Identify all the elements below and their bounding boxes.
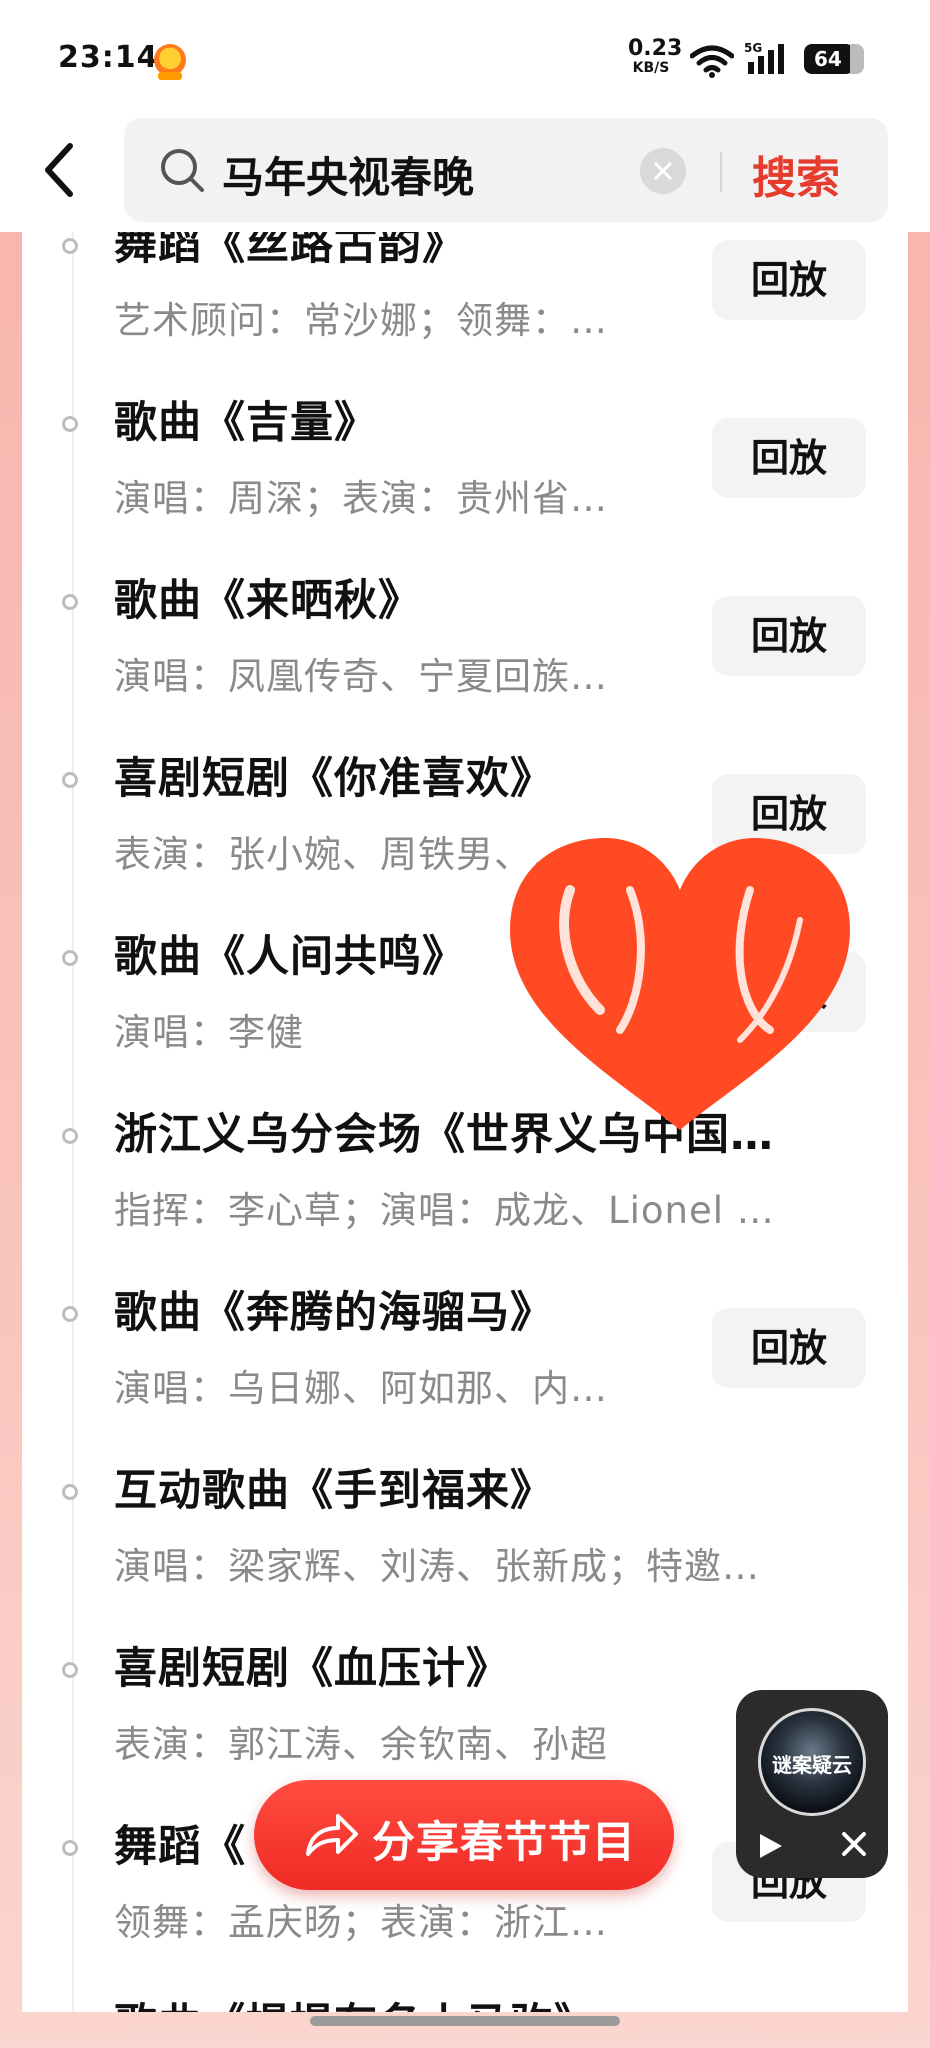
back-button[interactable]: [40, 140, 80, 200]
program-title: 喜剧短剧《血压计》: [114, 1644, 510, 1694]
program-title: 互动歌曲《手到福来》: [114, 1466, 554, 1516]
program-subtitle: 演唱：李健: [114, 1011, 304, 1054]
timeline-dot: [62, 1840, 78, 1856]
replay-button[interactable]: 回放: [712, 240, 866, 320]
search-input[interactable]: 马年央视春晚: [222, 144, 474, 205]
chevron-left-icon: [45, 143, 73, 197]
status-bar: 23:14 0.23 KB/S 5G 64: [0, 0, 930, 118]
status-time: 23:14: [58, 40, 159, 75]
program-subtitle: 演唱：乌日娜、阿如那、内…: [114, 1367, 608, 1410]
close-icon: [842, 1832, 866, 1856]
notification-app-icon: [154, 44, 186, 80]
album-cover-text: 谜案疑云: [772, 1753, 852, 1777]
program-title: 舞蹈《丝路古韵》: [114, 232, 466, 270]
program-subtitle: 演唱：梁家辉、刘涛、张新成；特邀…: [114, 1545, 760, 1588]
program-title: 歌曲《奔腾的海骝马》: [114, 1288, 554, 1338]
timeline-dot: [62, 416, 78, 432]
timeline-dot: [62, 1662, 78, 1678]
program-title: 歌曲《来晒秋》: [114, 576, 422, 626]
signal-label: 5G: [744, 41, 762, 55]
timeline-dot: [62, 772, 78, 788]
network-speed-unit: KB/S: [632, 60, 670, 76]
search-button[interactable]: 搜索: [752, 142, 840, 206]
program-subtitle: 指挥：李心草；演唱：成龙、Lionel …: [114, 1189, 775, 1232]
wifi-icon: [689, 44, 735, 82]
close-icon: [653, 161, 673, 181]
network-speed: 0.23 KB/S: [628, 36, 683, 77]
program-subtitle: 表演：郭江涛、余钦南、孙超: [114, 1723, 608, 1766]
timeline-dot: [62, 1306, 78, 1322]
timeline-dot: [62, 1484, 78, 1500]
program-item[interactable]: 歌曲《吉量》 演唱：周深；表演：贵州省… 回放: [22, 358, 908, 536]
close-player-button[interactable]: [840, 1830, 868, 1862]
mini-player[interactable]: 谜案疑云: [736, 1690, 888, 1878]
play-icon: [760, 1834, 782, 1858]
program-item[interactable]: 歌曲《奔腾的海骝马》 演唱：乌日娜、阿如那、内… 回放: [22, 1248, 908, 1426]
program-subtitle: 演唱：周深；表演：贵州省…: [114, 477, 608, 520]
clear-search-button[interactable]: [640, 148, 686, 194]
replay-button[interactable]: 回放: [712, 596, 866, 676]
replay-button[interactable]: 回放: [712, 1308, 866, 1388]
timeline-dot: [62, 950, 78, 966]
timeline-dot: [62, 238, 78, 254]
play-button[interactable]: [754, 1830, 786, 1866]
program-subtitle: 领舞：孟庆旸；表演：浙江…: [114, 1901, 608, 1944]
album-cover[interactable]: 谜案疑云: [758, 1708, 866, 1816]
share-icon: [302, 1808, 360, 1866]
search-icon: [158, 146, 206, 198]
heart-icon: [510, 838, 850, 1130]
share-label: 分享春节节目: [372, 1818, 636, 1868]
program-item[interactable]: 歌曲《来晒秋》 演唱：凤凰传奇、宁夏回族… 回放: [22, 536, 908, 714]
program-item[interactable]: 歌曲《提提有名小马驹》: [22, 1960, 908, 2012]
program-title: 歌曲《提提有名小马驹》: [114, 1990, 598, 2012]
share-button[interactable]: 分享春节节目: [254, 1780, 674, 1890]
program-title: 歌曲《吉量》: [114, 398, 378, 448]
program-item[interactable]: 互动歌曲《手到福来》 演唱：梁家辉、刘涛、张新成；特邀…: [22, 1426, 908, 1604]
program-item[interactable]: 舞蹈《丝路古韵》 艺术顾问：常沙娜；领舞：… 回放: [22, 232, 908, 358]
replay-button[interactable]: 回放: [712, 418, 866, 498]
heart-sticker: [500, 830, 860, 1144]
battery-indicator: 64: [804, 44, 864, 74]
home-indicator[interactable]: [310, 2016, 620, 2026]
search-bar[interactable]: 马年央视春晚 搜索: [124, 118, 888, 222]
program-title: 喜剧短剧《你准喜欢》: [114, 754, 554, 804]
network-speed-value: 0.23: [628, 36, 683, 61]
program-title: 歌曲《人间共鸣》: [114, 932, 466, 982]
search-divider: [720, 152, 722, 192]
program-title: 舞蹈《: [114, 1822, 246, 1872]
signal-icon: 5G: [744, 40, 794, 80]
timeline-dot: [62, 594, 78, 610]
program-subtitle: 艺术顾问：常沙娜；领舞：…: [114, 299, 608, 342]
program-subtitle: 演唱：凤凰传奇、宁夏回族…: [114, 655, 608, 698]
timeline-dot: [62, 1128, 78, 1144]
